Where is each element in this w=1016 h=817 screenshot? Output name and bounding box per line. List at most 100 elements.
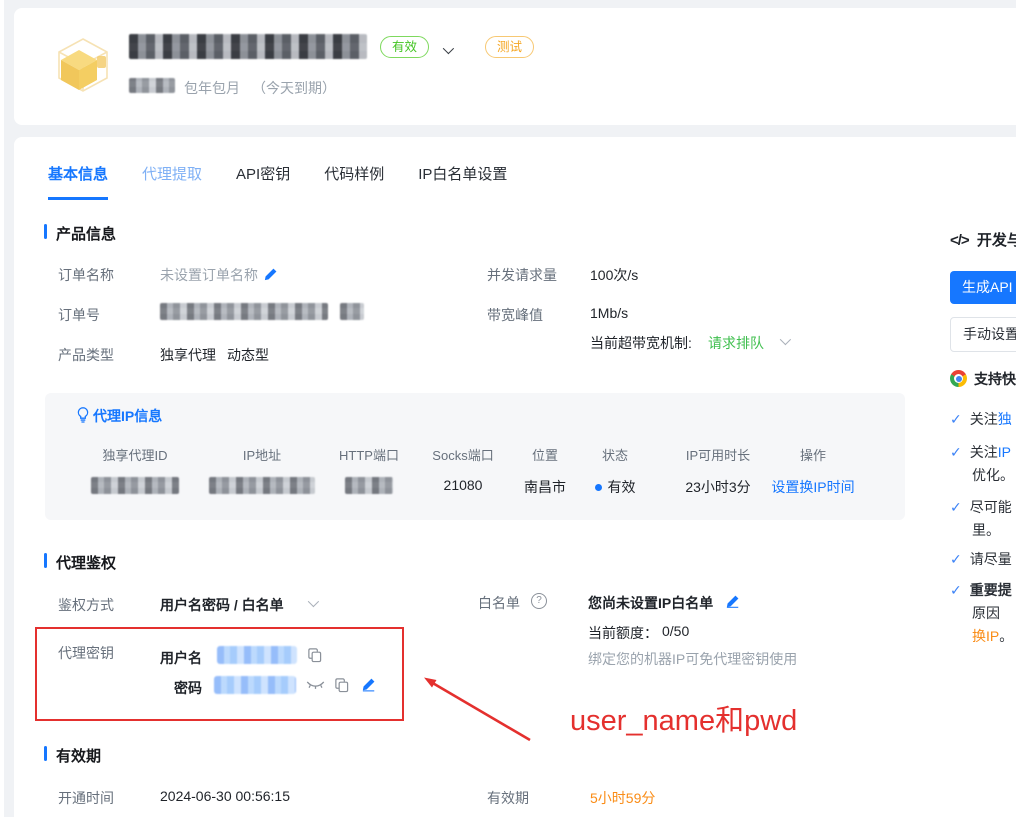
whitelist-label: 白名单 [478, 593, 520, 613]
status-chevron-down-icon[interactable] [443, 43, 454, 54]
check-icon: ✓ [950, 411, 962, 427]
tip-item-3: ✓ 尽可能 [950, 497, 1016, 517]
product-type-value-2: 动态型 [227, 345, 269, 365]
annotation-arrow [400, 662, 560, 752]
order-header-card: 有效 测试 包年包月 （今天到期） [14, 8, 1016, 125]
over-bandwidth-chevron-down-icon[interactable] [780, 334, 791, 345]
proxy-auth-title: 代理鉴权 [56, 552, 116, 573]
header-proxy-id: 独享代理ID [80, 445, 190, 464]
tip-item-5-line3: 换IP。 [950, 626, 1016, 646]
tip-text: 。 [999, 628, 1013, 644]
column-location: 位置 [510, 445, 580, 464]
header-location: 位置 [510, 445, 580, 464]
open-time-value: 2024-06-30 00:56:15 [160, 788, 290, 804]
status-text: 有效 [608, 479, 636, 495]
tip-item-5: ✓ 重要提 [950, 580, 1016, 600]
check-icon: ✓ [950, 551, 962, 567]
quota-label: 当前额度： [588, 623, 658, 643]
header-ip: IP地址 [202, 445, 322, 464]
quota-value: 0/50 [662, 623, 689, 639]
annotation-highlight-box [35, 627, 404, 721]
plan-masked-value [129, 78, 175, 93]
validity-title: 有效期 [56, 745, 101, 766]
proxy-id-masked-value [91, 477, 179, 494]
proxy-ip-info-title: 代理IP信息 [93, 406, 162, 426]
tab-basic-info[interactable]: 基本信息 [48, 163, 108, 200]
column-status: 状态 [575, 445, 655, 464]
product-info-title: 产品信息 [56, 223, 116, 244]
generate-api-button[interactable]: 生成API [950, 271, 1016, 304]
main-card: 基本信息 代理提取 API密钥 代码样例 IP白名单设置 产品信息 订单名称 未… [14, 137, 1016, 817]
over-bandwidth-value[interactable]: 请求排队 [708, 333, 764, 353]
socks-port-value: 21080 [418, 477, 508, 493]
proxy-ip-info-box: 代理IP信息 独享代理ID IP地址 HTTP端口 Socks端口 位置 状态 … [45, 393, 905, 520]
valid-period-label: 有效期 [487, 788, 529, 808]
expiry-note: （今天到期） [252, 78, 336, 98]
header-socks-port: Socks端口 [418, 445, 508, 464]
tip-text: 尽可能 [970, 499, 1012, 515]
section-bar [44, 553, 47, 568]
plan-text: 包年包月 [184, 78, 240, 98]
bandwidth-label: 带宽峰值 [487, 305, 543, 325]
set-ip-rotation-link[interactable]: 设置换IP时间 [758, 477, 868, 497]
ip-masked-value [209, 477, 315, 494]
chrome-support-text: 支持快 [974, 371, 1016, 387]
auth-method-chevron-down-icon[interactable] [308, 596, 319, 607]
manual-setup-button[interactable]: 手动设置 [950, 317, 1016, 352]
auth-method-value[interactable]: 用户名密码 / 白名单 [160, 595, 284, 615]
tip-item-1: ✓ 关注独 [950, 409, 1016, 429]
edit-order-name-icon[interactable] [264, 267, 278, 281]
tip-text: 关注 [970, 411, 998, 427]
tip-text: 重要提 [970, 582, 1012, 598]
tip-item-3-line2: 里。 [950, 520, 1016, 540]
tip-link[interactable]: IP [998, 444, 1011, 460]
tip-text: 里。 [972, 522, 1000, 538]
column-http-port: HTTP端口 [324, 445, 414, 464]
column-available-time: IP可用时长 [663, 445, 773, 464]
auth-method-label: 鉴权方式 [58, 595, 114, 615]
annotation-text: user_name和pwd [570, 697, 797, 739]
bandwidth-value: 1Mb/s [590, 305, 628, 321]
dev-section-header: </> 开发与 [950, 229, 1016, 250]
status-dot [595, 484, 602, 491]
check-icon: ✓ [950, 499, 962, 515]
tip-item-5-line2: 原因 [950, 603, 1016, 623]
available-time-value: 23小时3分 [663, 477, 773, 497]
header-status: 状态 [575, 445, 655, 464]
location-value: 南昌市 [510, 477, 580, 497]
tab-code-samples[interactable]: 代码样例 [324, 163, 384, 200]
order-no-masked-value-2 [340, 303, 364, 320]
status-value: 有效 [575, 477, 655, 497]
order-id-masked-value [129, 34, 367, 59]
section-bar [44, 746, 47, 761]
lightbulb-icon [77, 407, 89, 423]
tab-proxy-extract[interactable]: 代理提取 [142, 163, 202, 200]
chrome-support-row: 支持快 [950, 369, 1016, 389]
check-icon: ✓ [950, 444, 962, 460]
open-time-label: 开通时间 [58, 788, 114, 808]
concurrency-value: 100次/s [590, 265, 638, 285]
chrome-icon [950, 370, 967, 387]
header-available-time: IP可用时长 [663, 445, 773, 464]
section-bar [44, 224, 47, 239]
whitelist-hint: 绑定您的机器IP可免代理密钥使用 [588, 649, 797, 669]
whitelist-help-icon[interactable]: ? [531, 593, 547, 609]
header-http-port: HTTP端口 [324, 445, 414, 464]
valid-period-value: 5小时59分 [590, 788, 655, 808]
order-name-label: 订单名称 [58, 265, 114, 285]
dev-section-title: 开发与 [977, 232, 1016, 249]
tip-link[interactable]: 独 [998, 411, 1012, 427]
tab-api-key[interactable]: API密钥 [236, 163, 290, 200]
tip-item-4: ✓请尽量 [950, 549, 1016, 569]
whitelist-value: 您尚未设置IP白名单 [588, 593, 713, 613]
tab-bar: 基本信息 代理提取 API密钥 代码样例 IP白名单设置 [48, 163, 507, 200]
tab-ip-whitelist[interactable]: IP白名单设置 [418, 163, 507, 200]
tip-text: 原因 [972, 605, 1000, 621]
column-proxy-id: 独享代理ID [80, 445, 190, 464]
edit-whitelist-icon[interactable] [726, 594, 740, 608]
check-icon: ✓ [950, 582, 962, 598]
order-name-value: 未设置订单名称 [160, 265, 258, 285]
tip-text: 关注 [970, 444, 998, 460]
concurrency-label: 并发请求量 [487, 265, 557, 285]
order-no-label: 订单号 [58, 305, 100, 325]
